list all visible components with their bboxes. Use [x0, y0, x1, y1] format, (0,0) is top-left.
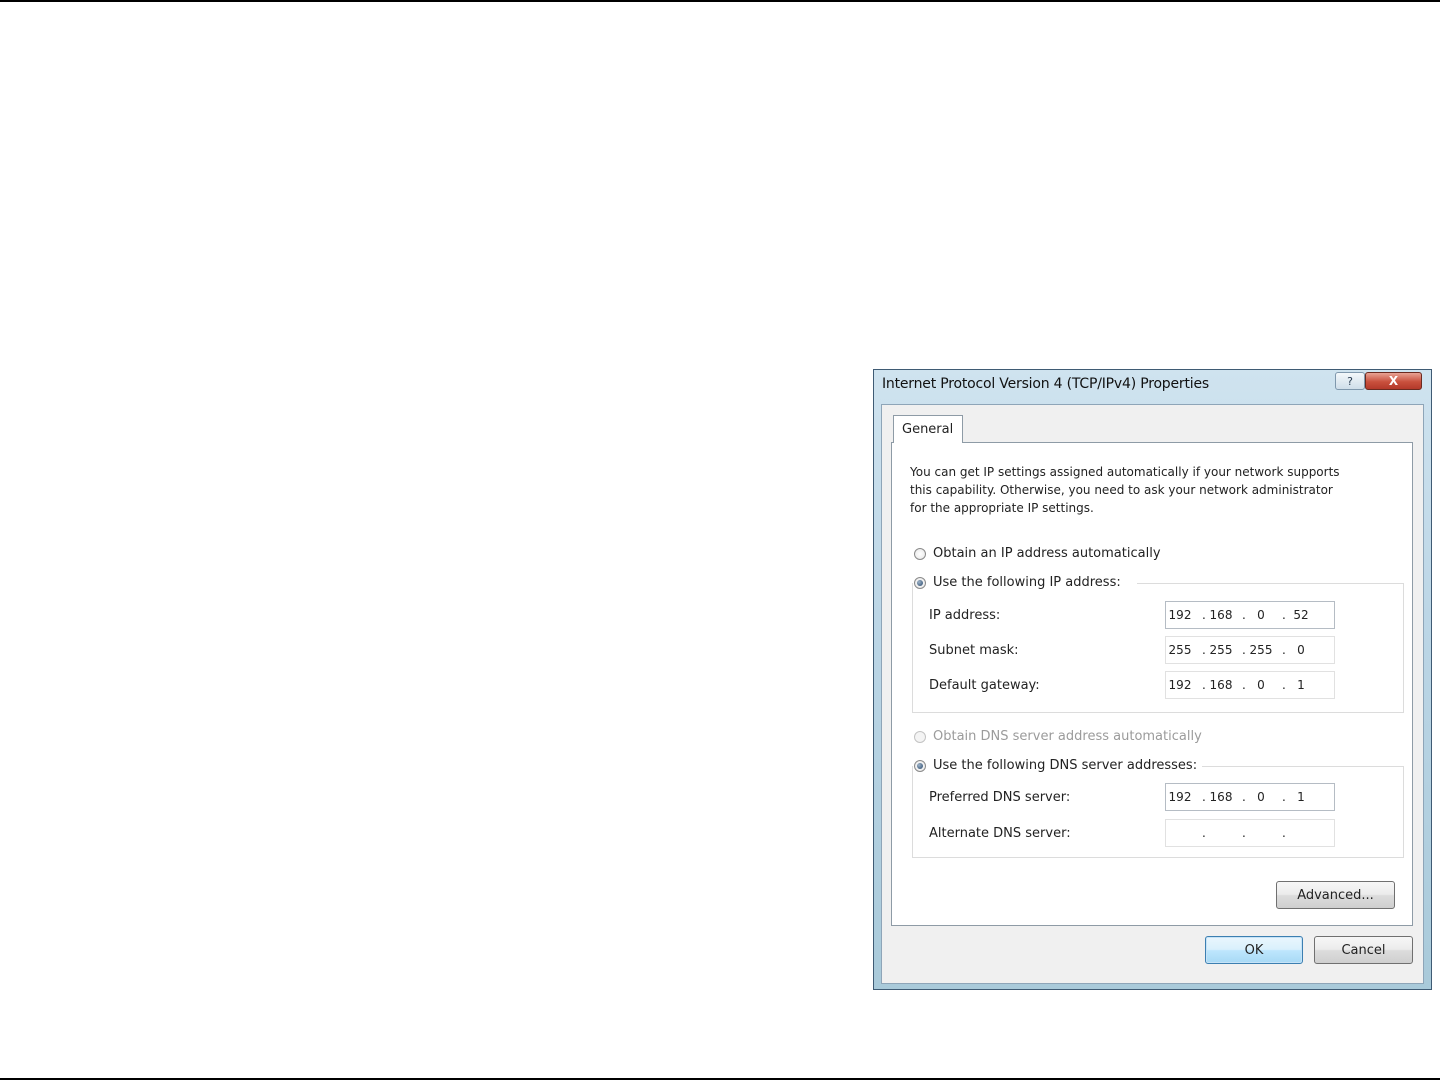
top-rule — [0, 0, 1440, 2]
octet: 1 — [1297, 678, 1305, 692]
octet: 168 — [1209, 608, 1233, 622]
default-gateway-input[interactable]: 192. 168. 0. 1 — [1165, 671, 1335, 699]
octet: 192 — [1168, 608, 1192, 622]
default-gateway-label: Default gateway: — [929, 678, 1040, 693]
bottom-rule — [0, 1078, 1440, 1080]
obtain-ip-auto-radio[interactable]: Obtain an IP address automatically — [914, 546, 1161, 561]
use-following-dns-radio[interactable]: Use the following DNS server addresses: — [914, 758, 1197, 773]
octet-separator: . — [1202, 608, 1206, 622]
preferred-dns-input[interactable]: 192. 168. 0. 1 — [1165, 783, 1335, 811]
octet-separator: . — [1282, 826, 1286, 840]
octet: 255 — [1209, 643, 1233, 657]
octet-separator: . — [1282, 608, 1286, 622]
alternate-dns-label: Alternate DNS server: — [929, 826, 1071, 841]
octet: 0 — [1297, 643, 1305, 657]
help-icon: ? — [1347, 374, 1353, 388]
description-line: for the appropriate IP settings. — [910, 501, 1094, 515]
octet-separator: . — [1282, 790, 1286, 804]
octet-separator: . — [1202, 678, 1206, 692]
octet: 1 — [1297, 790, 1305, 804]
octet: 0 — [1257, 608, 1265, 622]
octet-separator: . — [1202, 643, 1206, 657]
obtain-ip-auto-label: Obtain an IP address automatically — [933, 546, 1161, 561]
close-button[interactable]: X — [1365, 372, 1422, 390]
octet-separator: . — [1282, 678, 1286, 692]
octet-separator: . — [1282, 643, 1286, 657]
cancel-button[interactable]: Cancel — [1314, 936, 1413, 964]
dialog-client-area: General You can get IP settings assigned… — [881, 404, 1424, 984]
radio-circle — [914, 730, 926, 743]
ok-button[interactable]: OK — [1205, 936, 1303, 964]
close-icon: X — [1388, 374, 1399, 388]
obtain-dns-auto-label: Obtain DNS server address automatically — [933, 729, 1202, 744]
help-button[interactable]: ? — [1335, 372, 1365, 390]
title-bar[interactable]: Internet Protocol Version 4 (TCP/IPv4) P… — [874, 370, 1431, 404]
tab-general[interactable]: General — [893, 415, 963, 443]
octet: 168 — [1209, 790, 1233, 804]
octet-separator: . — [1242, 608, 1246, 622]
octet-separator: . — [1242, 678, 1246, 692]
ip-address-input[interactable]: 192. 168. 0. 52 — [1165, 601, 1335, 629]
octet: 168 — [1209, 678, 1233, 692]
octet-separator: . — [1242, 643, 1246, 657]
tcpip-properties-dialog: Internet Protocol Version 4 (TCP/IPv4) P… — [873, 369, 1432, 990]
description-line: You can get IP settings assigned automat… — [910, 465, 1340, 479]
octet: 192 — [1168, 790, 1192, 804]
radio-circle-selected — [914, 576, 926, 589]
use-following-ip-radio[interactable]: Use the following IP address: — [914, 575, 1121, 590]
dialog-title: Internet Protocol Version 4 (TCP/IPv4) P… — [882, 376, 1209, 392]
octet: 255 — [1168, 643, 1192, 657]
octet-separator: . — [1242, 826, 1246, 840]
preferred-dns-label: Preferred DNS server: — [929, 790, 1071, 805]
description-text: You can get IP settings assigned automat… — [910, 463, 1400, 517]
octet: 0 — [1257, 678, 1265, 692]
octet: 192 — [1168, 678, 1192, 692]
use-following-dns-label: Use the following DNS server addresses: — [933, 758, 1198, 773]
octet-separator: . — [1202, 790, 1206, 804]
subnet-mask-label: Subnet mask: — [929, 643, 1019, 658]
octet-separator: . — [1202, 826, 1206, 840]
octet: 0 — [1257, 790, 1265, 804]
obtain-dns-auto-radio[interactable]: Obtain DNS server address automatically — [914, 729, 1202, 744]
alternate-dns-input[interactable]: . . . — [1165, 819, 1335, 847]
octet-separator: . — [1242, 790, 1246, 804]
description-line: this capability. Otherwise, you need to … — [910, 483, 1333, 497]
radio-circle — [914, 547, 926, 560]
advanced-button[interactable]: Advanced... — [1276, 881, 1395, 909]
ip-address-label: IP address: — [929, 608, 1001, 623]
octet: 52 — [1293, 608, 1309, 622]
octet: 255 — [1249, 643, 1273, 657]
general-tab-panel: You can get IP settings assigned automat… — [891, 442, 1413, 926]
radio-circle-selected — [914, 759, 926, 772]
subnet-mask-input[interactable]: 255. 255. 255. 0 — [1165, 636, 1335, 664]
use-following-ip-label: Use the following IP address: — [933, 575, 1121, 590]
